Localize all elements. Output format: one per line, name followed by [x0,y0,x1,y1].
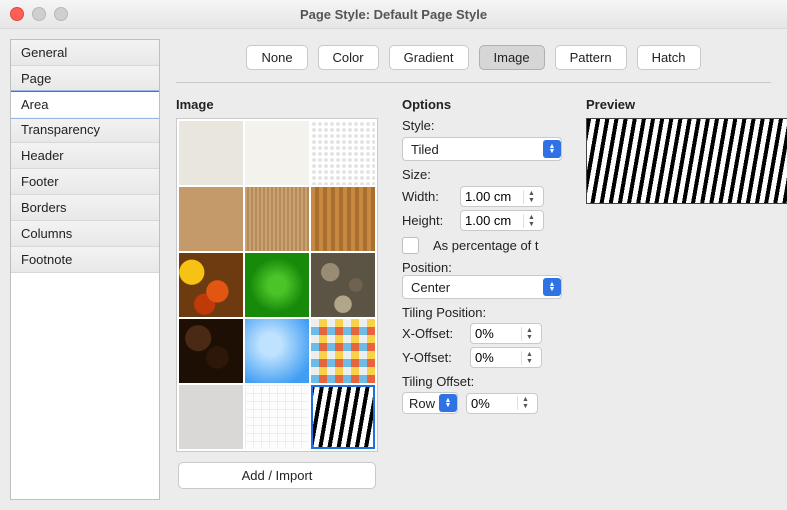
swatch-cardboard[interactable] [245,187,309,251]
stepper-arrows-icon[interactable]: ▲▼ [517,396,533,410]
sidebar-item-transparency[interactable]: Transparency [11,117,159,143]
tab-pattern[interactable]: Pattern [555,45,627,70]
sidebar-item-label: Header [21,148,64,163]
tab-hatch[interactable]: Hatch [637,45,701,70]
titlebar: Page Style: Default Page Style [0,0,787,29]
x-offset-input[interactable] [471,324,521,343]
sidebar-item-footnote[interactable]: Footnote [11,247,159,273]
swatch-sky[interactable] [245,319,309,383]
style-select[interactable]: Tiled ▲▼ [402,137,562,161]
swatch-kraft[interactable] [179,187,243,251]
y-offset-label: Y-Offset: [402,350,462,365]
tiling-position-label: Tiling Position: [402,305,562,320]
tiling-offset-label: Tiling Offset: [402,374,562,389]
chevron-up-down-icon: ▲▼ [543,278,561,296]
style-label: Style: [402,118,562,133]
swatch-zebra[interactable] [311,385,375,449]
sidebar-item-footer[interactable]: Footer [11,169,159,195]
swatch-crumpled-paper[interactable] [311,121,375,185]
tab-none[interactable]: None [246,45,307,70]
style-value: Tiled [411,142,439,157]
fill-type-tabs: None Color Gradient Image Pattern Hatch [176,45,771,70]
y-offset-input[interactable] [471,348,521,367]
width-stepper[interactable]: ▲▼ [460,186,544,207]
x-offset-stepper[interactable]: ▲▼ [470,323,542,344]
sidebar-item-label: Transparency [21,122,100,137]
sidebar-item-label: Columns [21,226,72,241]
sidebar-item-area[interactable]: Area [10,91,160,118]
add-import-button[interactable]: Add / Import [178,462,376,489]
stepper-arrows-icon[interactable]: ▲▼ [521,351,537,365]
sidebar-item-label: Page [21,71,51,86]
height-stepper[interactable]: ▲▼ [460,210,544,231]
swatch-coffee-beans[interactable] [179,319,243,383]
percentage-checkbox[interactable] [402,237,419,254]
position-label: Position: [402,260,562,275]
dialog-window: Page Style: Default Page Style General P… [0,0,787,509]
stepper-arrows-icon[interactable]: ▲▼ [521,327,537,341]
width-label: Width: [402,189,452,204]
chevron-up-down-icon: ▲▼ [543,140,561,158]
size-label: Size: [402,167,562,182]
stepper-arrows-icon[interactable]: ▲▼ [523,214,539,228]
sidebar: General Page Area Transparency Header Fo… [10,39,160,500]
tab-color[interactable]: Color [318,45,379,70]
separator [176,82,771,83]
sidebar-item-label: General [21,45,67,60]
height-input[interactable] [461,211,523,230]
position-value: Center [411,280,450,295]
stepper-arrows-icon[interactable]: ▲▼ [523,190,539,204]
sidebar-item-label: Footer [21,174,59,189]
swatch-pebbles[interactable] [311,253,375,317]
swatch-graph-paper[interactable] [245,385,309,449]
position-select[interactable]: Center ▲▼ [402,275,562,299]
sidebar-item-general[interactable]: General [11,40,159,66]
sidebar-item-header[interactable]: Header [11,143,159,169]
image-section-title: Image [176,97,378,112]
image-swatch-grid [176,118,378,452]
sidebar-item-label: Footnote [21,252,72,267]
swatch-concrete[interactable] [179,385,243,449]
tiling-offset-stepper[interactable]: ▲▼ [466,393,538,414]
swatch-corrugated[interactable] [311,187,375,251]
tab-image[interactable]: Image [479,45,545,70]
window-title: Page Style: Default Page Style [0,7,787,22]
tiling-offset-axis-value: Row [409,396,435,411]
preview-area [586,118,787,204]
y-offset-stepper[interactable]: ▲▼ [470,347,542,368]
swatch-autumn-leaves[interactable] [179,253,243,317]
swatch-grass[interactable] [245,253,309,317]
sidebar-item-columns[interactable]: Columns [11,221,159,247]
preview-section-title: Preview [586,97,787,112]
width-input[interactable] [461,187,523,206]
sidebar-item-label: Borders [21,200,67,215]
tiling-offset-input[interactable] [467,394,517,413]
sidebar-item-label: Area [21,97,48,112]
height-label: Height: [402,213,452,228]
tab-gradient[interactable]: Gradient [389,45,469,70]
swatch-mosaic[interactable] [311,319,375,383]
swatch-paper-texture[interactable] [179,121,243,185]
options-section-title: Options [402,97,562,112]
sidebar-item-page[interactable]: Page [11,66,159,92]
tiling-offset-axis-select[interactable]: Row ▲▼ [402,392,458,414]
chevron-up-down-icon: ▲▼ [439,394,457,412]
sidebar-item-borders[interactable]: Borders [11,195,159,221]
percentage-label: As percentage of t [433,238,539,253]
x-offset-label: X-Offset: [402,326,462,341]
swatch-white-paper[interactable] [245,121,309,185]
